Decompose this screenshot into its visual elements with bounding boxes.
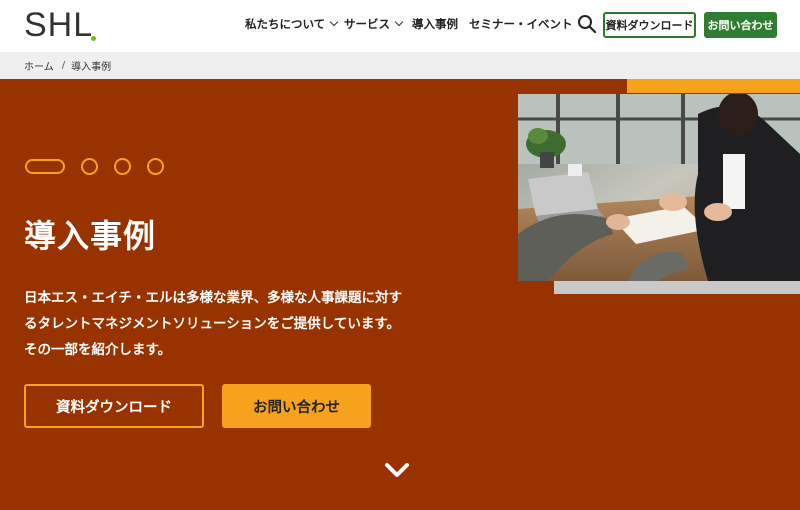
nav-case-studies[interactable]: 導入事例 (412, 16, 458, 32)
chevron-down-icon (394, 17, 404, 27)
page-title: 導入事例 (24, 217, 157, 255)
breadcrumb: ホーム / 導入事例 (0, 52, 800, 79)
hero-description: 日本エス・エイチ・エルは多様な業界、多様な人事課題に対するタレントマネジメントソ… (24, 290, 402, 358)
meeting-photo (518, 94, 800, 281)
hero-download-button[interactable]: 資料ダウンロード (24, 384, 204, 428)
logo-dot (91, 36, 96, 41)
contact-button[interactable]: お問い合わせ (704, 12, 777, 38)
hero-contact-button[interactable]: お問い合わせ (222, 384, 371, 428)
download-button[interactable]: 資料ダウンロード (603, 12, 696, 38)
breadcrumb-home[interactable]: ホーム (24, 58, 54, 73)
nav-about[interactable]: 私たちについて (245, 16, 339, 32)
breadcrumb-separator: / (61, 60, 66, 71)
nav-case-studies-label: 導入事例 (412, 17, 458, 31)
site-header: SHL 私たちについて サービス 導入事例 セミナー・イベント 資料ダウンロード… (0, 0, 800, 52)
search-icon[interactable] (577, 14, 597, 34)
nav-about-label: 私たちについて (245, 17, 326, 31)
meeting-photo-illustration (518, 94, 800, 281)
decorative-dot (114, 158, 131, 175)
shl-logo[interactable]: SHL (24, 6, 93, 44)
nav-seminars-label: セミナー・イベント (469, 17, 573, 31)
decorative-pill (25, 159, 65, 174)
chevron-down-icon[interactable] (384, 461, 410, 479)
nav-services[interactable]: サービス (344, 16, 404, 32)
chevron-down-icon (329, 17, 339, 27)
breadcrumb-current: 導入事例 (71, 62, 112, 73)
nav-services-label: サービス (344, 17, 390, 31)
decorative-accent-strip (627, 79, 800, 93)
decorative-dot (147, 158, 164, 175)
nav-seminars[interactable]: セミナー・イベント (469, 16, 573, 32)
decorative-dot (81, 158, 98, 175)
